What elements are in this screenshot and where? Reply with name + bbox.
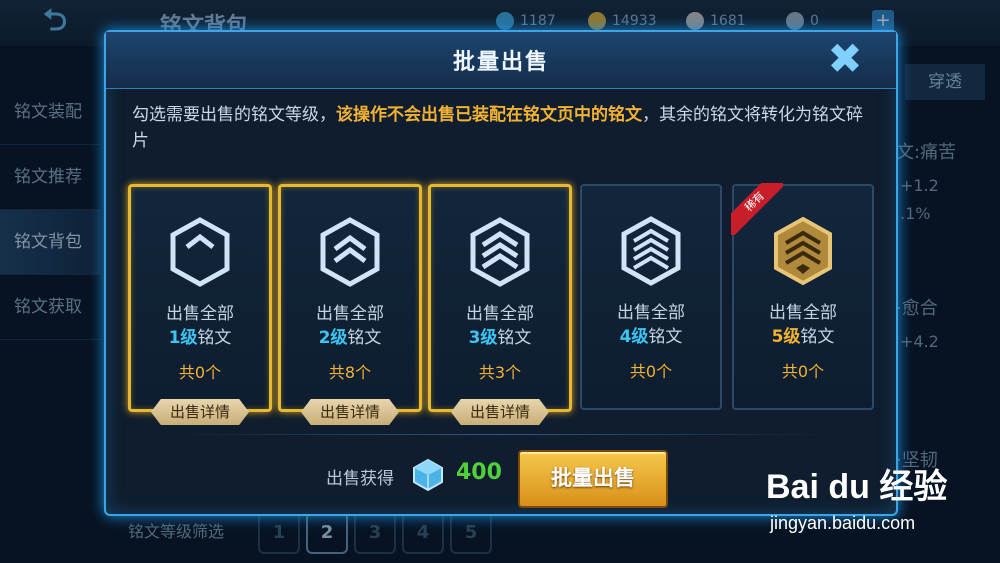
card-count: 共0个 [781, 362, 825, 381]
card-line1: 出售全部 [166, 304, 234, 324]
card-line1: 出售全部 [466, 304, 534, 324]
bulk-sell-dialog: 批量出售 ✖ 勾选需要出售的铭文等级，该操作不会出售已装配在铭文页中的铭文，其余… [104, 30, 898, 516]
card-suffix: 铭文 [800, 327, 835, 347]
card-level: 5级 [771, 327, 801, 347]
desc-text: 勾选需要出售的铭文等级， [132, 105, 336, 125]
card-count: 共0个 [178, 363, 222, 382]
dialog-title: 批量出售 [452, 50, 549, 75]
card-suffix: 铭文 [497, 328, 532, 348]
level-card-4[interactable]: 出售全部 4级铭文 共0个 [580, 184, 722, 410]
level-cards: 出售全部 1级铭文 共0个 出售详情 出售全部 2级铭文 共8个 出售详情 出售… [128, 180, 874, 425]
desc-warning-text: 该操作不会出售已装配在铭文页中的铭文 [336, 105, 642, 125]
card-level-text: 1级铭文 [131, 323, 269, 348]
watermark-logo: Bai du 经验 [766, 468, 948, 506]
gain-label: 出售获得 [326, 469, 394, 489]
card-line1: 出售全部 [316, 304, 384, 324]
rune-level-4-icon [621, 216, 681, 286]
sell-detail-button[interactable]: 出售详情 [301, 399, 399, 425]
card-level: 2级 [318, 328, 348, 348]
watermark-url: jingyan.baidu.com [770, 513, 916, 533]
bulk-sell-button[interactable]: 批量出售 [518, 450, 668, 508]
close-icon[interactable]: ✖ [820, 34, 870, 83]
card-level-text: 3级铭文 [431, 323, 569, 348]
dialog-description: 勾选需要出售的铭文等级，该操作不会出售已装配在铭文页中的铭文，其余的铭文将转化为… [132, 102, 878, 154]
card-line1: 出售全部 [769, 303, 837, 323]
level-card-5[interactable]: 稀有 出售全部 5级铭文 共0个 [731, 183, 874, 410]
card-level-text: 2级铭文 [281, 323, 419, 348]
card-suffix: 铭文 [648, 327, 683, 347]
card-level-text: 5级铭文 [734, 322, 872, 347]
card-level: 4级 [619, 327, 649, 347]
level-card-2[interactable]: 出售全部 2级铭文 共8个 出售详情 [278, 184, 422, 425]
divider [166, 434, 836, 435]
crystal-icon [413, 458, 443, 492]
card-level-text: 4级铭文 [582, 322, 720, 347]
rune-level-1-icon [170, 217, 230, 287]
card-suffix: 铭文 [347, 328, 382, 348]
gain-value: 400 [456, 460, 502, 485]
sell-detail-button[interactable]: 出售详情 [151, 399, 249, 425]
card-level: 3级 [468, 328, 498, 348]
card-line1: 出售全部 [617, 303, 685, 323]
baidu-watermark: Bai du 经验 jingyan.baidu.com [760, 455, 990, 550]
level-card-3[interactable]: 出售全部 3级铭文 共3个 出售详情 [428, 184, 572, 425]
sell-detail-button[interactable]: 出售详情 [451, 399, 549, 425]
rune-level-2-icon [320, 217, 380, 287]
card-count: 共8个 [328, 363, 372, 382]
card-count: 共3个 [478, 363, 522, 382]
card-count: 共0个 [629, 362, 673, 381]
card-level: 1级 [168, 328, 198, 348]
level-card-1[interactable]: 出售全部 1级铭文 共0个 出售详情 [128, 184, 272, 425]
rune-level-5-icon [774, 216, 832, 286]
card-suffix: 铭文 [197, 328, 232, 348]
rune-level-3-icon [470, 217, 530, 287]
